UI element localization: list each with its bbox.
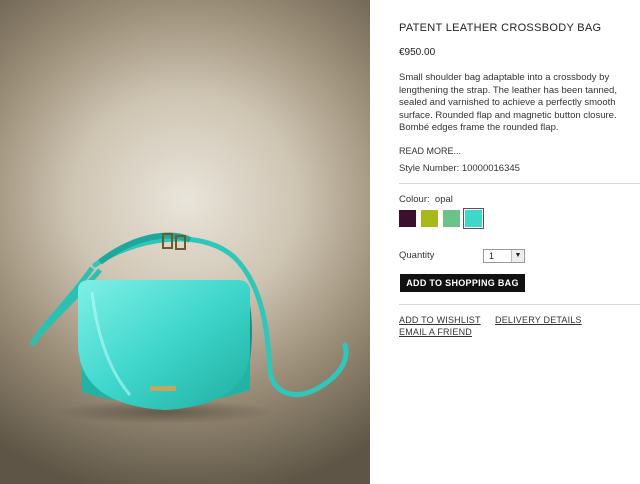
bag-illustration	[29, 232, 349, 424]
read-more-link[interactable]: READ MORE...	[399, 146, 461, 156]
product-details-panel: PATENT LEATHER CROSSBODY BAG €950.00 Sma…	[370, 0, 640, 484]
chevron-down-icon[interactable]: ▼	[511, 250, 524, 262]
quantity-value: 1	[489, 251, 495, 261]
product-image	[0, 0, 370, 484]
selected-colour-name: opal	[434, 194, 453, 205]
add-to-shopping-bag-button[interactable]: ADD TO SHOPPING BAG	[400, 274, 525, 292]
style-number: Style Number: 10000016345	[399, 163, 520, 174]
swatch-plum[interactable]	[399, 210, 416, 227]
email-a-friend-link[interactable]: EMAIL A FRIEND	[399, 327, 472, 337]
add-to-wishlist-link[interactable]: ADD TO WISHLIST	[399, 315, 481, 325]
swatch-lime[interactable]	[421, 210, 438, 227]
colour-label: Colour: opal	[399, 194, 453, 205]
divider	[399, 183, 640, 184]
colour-label-text: Colour:	[399, 194, 430, 205]
swatch-opal[interactable]	[463, 208, 484, 229]
divider	[399, 304, 640, 305]
quantity-select[interactable]: 1 ▼	[483, 249, 525, 263]
delivery-details-link[interactable]: DELIVERY DETAILS	[495, 315, 582, 325]
product-price: €950.00	[399, 47, 436, 58]
product-title: PATENT LEATHER CROSSBODY BAG	[399, 22, 602, 34]
colour-swatches	[399, 208, 484, 229]
product-description: Small shoulder bag adaptable into a cros…	[399, 72, 617, 133]
swatch-green[interactable]	[443, 210, 460, 227]
quantity-label: Quantity	[399, 250, 435, 261]
